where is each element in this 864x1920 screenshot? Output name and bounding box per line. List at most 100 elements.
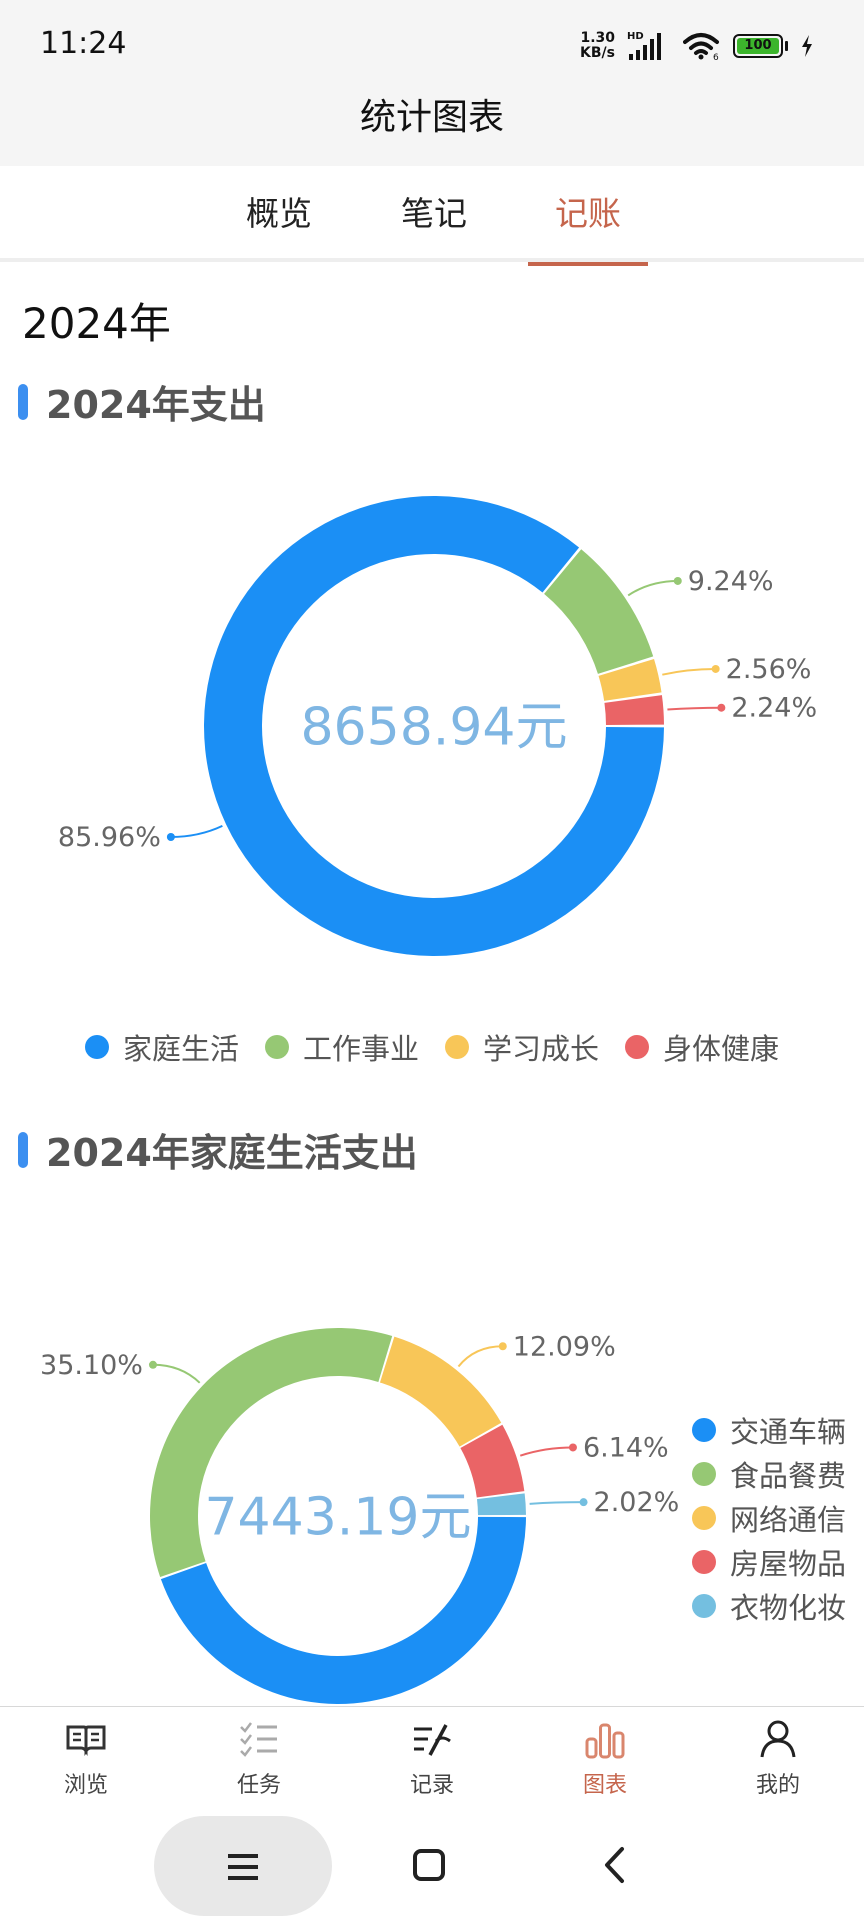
book-icon [66, 1725, 106, 1756]
leader-dot [579, 1498, 588, 1507]
signal-hd-label: HD [627, 31, 644, 42]
bar-chart-icon [585, 1723, 625, 1759]
legend-item[interactable]: 交通车辆 [692, 1408, 846, 1452]
net-speed-unit: KB/s [580, 45, 615, 61]
nav-browse[interactable]: 浏览 [26, 1717, 146, 1807]
legend-dot [84, 1035, 109, 1059]
donut-slice[interactable] [604, 695, 664, 725]
legend-dot [692, 1462, 716, 1486]
tab-bar: 概览 笔记 记账 [0, 166, 864, 266]
year-label: 2024年 [22, 299, 171, 348]
nav-record[interactable]: 记录 [372, 1717, 492, 1807]
leader-dot [148, 1360, 157, 1369]
legend-dot [264, 1035, 289, 1059]
nav-label: 图表 [582, 1773, 627, 1798]
slice-percent-label: 35.10% [40, 1350, 143, 1381]
section-title-text: 2024年家庭生活支出 [46, 1131, 418, 1175]
checklist-icon [240, 1722, 277, 1757]
charging-icon [802, 35, 812, 57]
slice-percent-label: 9.24% [688, 566, 774, 597]
slice-percent-label: 6.14% [583, 1432, 669, 1463]
nav-charts[interactable]: 图表 [545, 1717, 665, 1807]
legend-dot [445, 1035, 469, 1059]
nav-label: 我的 [755, 1773, 800, 1798]
slice-percent-label: 12.09% [513, 1331, 616, 1362]
recent-apps-button[interactable] [154, 1816, 332, 1916]
expense-donut-chart: 85.96% 9.24% 2.56% 2.24% 8658.94元 [58, 496, 817, 956]
pen-lines-icon [414, 1724, 451, 1756]
svg-text:6: 6 [713, 53, 719, 61]
leader-dot [673, 576, 682, 585]
leader-dot [711, 664, 720, 673]
wifi-icon: 6 [683, 33, 719, 61]
donut-center-total: 7443.19元 [204, 1488, 471, 1548]
leader-line [667, 706, 722, 711]
legend-item[interactable]: 工作事业 [264, 1026, 419, 1068]
nav-profile[interactable]: 我的 [718, 1717, 838, 1807]
legend-item[interactable]: 网络通信 [692, 1496, 846, 1540]
donut-center-total: 8658.94元 [300, 698, 567, 758]
slice-percent-label: 85.96% [58, 822, 161, 853]
battery-level: 100 [737, 38, 779, 54]
legend-item[interactable]: 食品餐费 [692, 1452, 846, 1496]
nav-tasks[interactable]: 任务 [199, 1717, 319, 1807]
nav-label: 任务 [236, 1773, 281, 1798]
legend-item[interactable]: 身体健康 [625, 1026, 779, 1068]
legend-label: 交通车辆 [730, 1415, 847, 1449]
legend-label: 房屋物品 [730, 1547, 847, 1581]
leader-line [457, 1345, 503, 1368]
leader-line [529, 1501, 584, 1505]
legend-item[interactable]: 家庭生活 [84, 1026, 239, 1068]
legend-label: 家庭生活 [122, 1032, 239, 1066]
leader-line [627, 579, 678, 597]
slice-percent-label: 2.24% [731, 693, 817, 724]
section-accent-bar [18, 383, 28, 420]
section-title-expense: 2024年支出 [18, 374, 266, 429]
net-speed-value: 1.30 [580, 30, 615, 46]
legend-dot [692, 1550, 716, 1574]
bottom-nav: 浏览 任务 记录 图表 我的 [0, 1706, 864, 1814]
person-icon [760, 1720, 796, 1758]
status-time: 11:24 [40, 26, 127, 61]
legend-label: 身体健康 [663, 1032, 780, 1066]
donut-slice[interactable] [379, 1336, 502, 1447]
legend-item[interactable]: 衣物化妆 [692, 1584, 846, 1628]
leader-line [170, 824, 223, 838]
tab-bookkeeping[interactable]: 记账 [528, 166, 648, 266]
section-title-household: 2024年家庭生活支出 [18, 1122, 418, 1177]
nav-label: 记录 [409, 1773, 454, 1798]
net-speed-indicator: 1.30 KB/s [580, 31, 615, 61]
section-accent-bar [18, 1131, 28, 1168]
household-legend: 交通车辆 食品餐费 网络通信 房屋物品 衣物化妆 [692, 1408, 846, 1628]
leader-line [152, 1363, 201, 1384]
legend-dot [692, 1594, 716, 1618]
legend-item[interactable]: 学习成长 [445, 1026, 599, 1068]
legend-item[interactable]: 房屋物品 [692, 1540, 846, 1584]
legend-label: 衣物化妆 [730, 1591, 847, 1625]
section-title-text: 2024年支出 [46, 383, 266, 427]
tab-notes[interactable]: 笔记 [374, 166, 494, 262]
legend-label: 食品餐费 [730, 1459, 847, 1493]
leader-dot [717, 703, 726, 712]
legend-dot [692, 1418, 716, 1442]
household-donut-chart: 35.10% 12.09% 6.14% 2.02% 7443.19元 [40, 1328, 679, 1705]
expense-legend: 家庭生活 工作事业 学习成长 身体健康 [0, 1022, 864, 1072]
status-bar: 11:24 1.30 KB/s HD 6 100 [0, 0, 864, 90]
leader-dot [166, 832, 175, 841]
nav-label: 浏览 [63, 1773, 108, 1798]
tab-overview[interactable]: 概览 [219, 166, 339, 262]
slice-percent-label: 2.56% [726, 654, 812, 685]
legend-label: 工作事业 [302, 1032, 419, 1066]
leader-dot [498, 1342, 507, 1351]
legend-label: 网络通信 [730, 1503, 847, 1537]
page-title: 统计图表 [359, 97, 504, 138]
home-button[interactable] [412, 1848, 446, 1882]
legend-dot [692, 1506, 716, 1530]
back-button[interactable] [602, 1846, 628, 1884]
legend-label: 学习成长 [483, 1032, 600, 1066]
legend-dot [625, 1035, 650, 1059]
donut-slice[interactable] [476, 1493, 526, 1516]
battery-icon: 100 [733, 34, 788, 58]
menu-icon [228, 1854, 258, 1880]
leader-line [662, 667, 716, 676]
